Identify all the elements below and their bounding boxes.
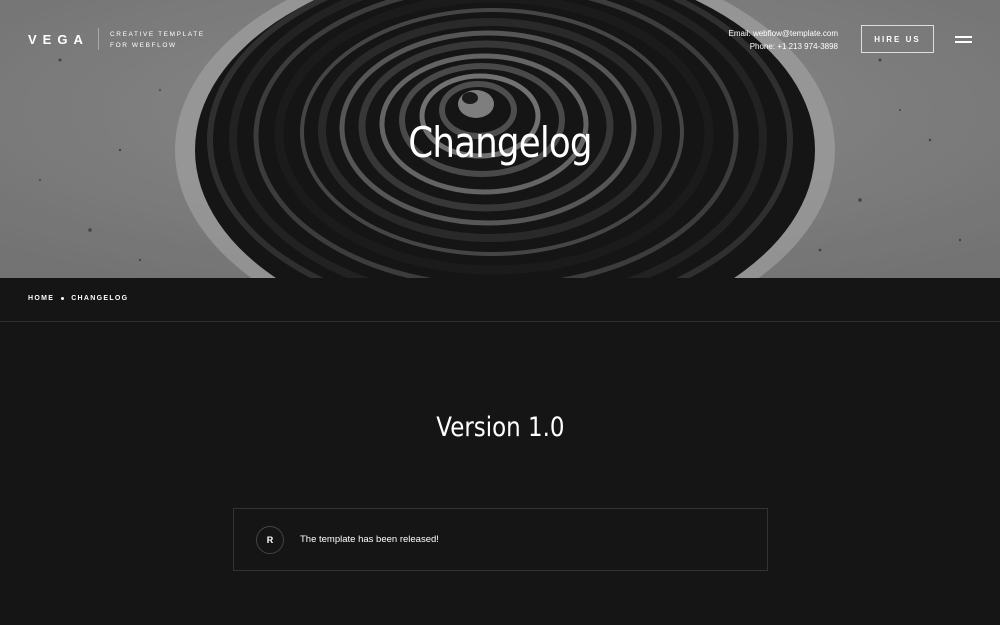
contact-info: Email: webflow@template.com Phone: +1 21… (729, 27, 839, 53)
brand-tagline: CREATIVE TEMPLATE FOR WEBFLOW (110, 29, 205, 51)
contact-email[interactable]: Email: webflow@template.com (729, 27, 839, 40)
changelog-entry: R The template has been released! (233, 508, 768, 571)
top-navigation: VEGA CREATIVE TEMPLATE FOR WEBFLOW Email… (0, 0, 1000, 80)
menu-icon-bar (955, 36, 972, 38)
breadcrumb-separator-dot (61, 297, 65, 300)
menu-icon-bar (955, 41, 972, 43)
version-heading: Version 1.0 (0, 412, 1000, 443)
hire-us-button[interactable]: HIRE US (861, 25, 934, 53)
tagline-line-2: FOR WEBFLOW (110, 42, 177, 49)
changelog-entry-text: The template has been released! (300, 534, 439, 545)
hero-section: VEGA CREATIVE TEMPLATE FOR WEBFLOW Email… (0, 0, 1000, 278)
page-title: Changelog (408, 118, 592, 167)
breadcrumb-bar: HOME CHANGELOG (0, 278, 1000, 322)
version-heading-text: Version 1.0 (435, 412, 565, 443)
brand-logo[interactable]: VEGA (28, 32, 89, 47)
tagline-line-1: CREATIVE TEMPLATE (110, 31, 205, 38)
contact-phone[interactable]: Phone: +1 213 974-3898 (729, 40, 838, 53)
change-type-badge: R (256, 526, 284, 554)
hamburger-menu-icon[interactable] (955, 35, 973, 45)
breadcrumb-home-link[interactable]: HOME (28, 295, 54, 302)
breadcrumb-current: CHANGELOG (71, 295, 129, 302)
logo-divider (98, 28, 99, 50)
breadcrumb: HOME CHANGELOG (28, 295, 128, 302)
